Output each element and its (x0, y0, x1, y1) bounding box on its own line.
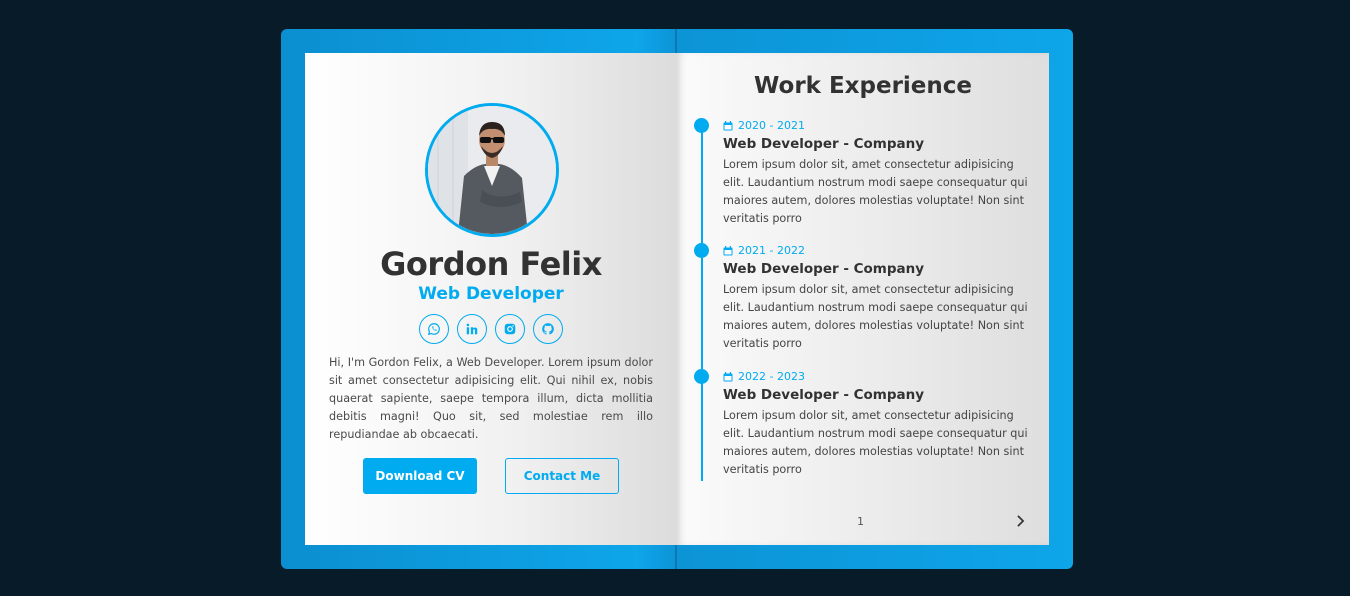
next-page-button[interactable] (1013, 513, 1027, 529)
experience-page: Work Experience 2020 - 2021 Web Develope… (677, 53, 1049, 545)
entry-description: Lorem ipsum dolor sit, amet consectetur … (723, 158, 1028, 225)
profile-name: Gordon Felix (380, 245, 602, 283)
github-icon (542, 323, 554, 335)
timeline-dot (694, 243, 709, 258)
calendar-icon (723, 245, 733, 255)
book: Gordon Felix Web Developer Hi, I'm Gordo… (281, 29, 1073, 569)
entry-job-title: Web Developer - Company (723, 387, 925, 403)
entry-description: Lorem ipsum dolor sit, amet consectetur … (723, 409, 1028, 476)
whatsapp-link[interactable] (419, 314, 449, 344)
github-link[interactable] (533, 314, 563, 344)
profile-role: Web Developer (418, 284, 564, 304)
entry-date: 2022 - 2023 (723, 370, 805, 383)
calendar-icon (723, 371, 733, 381)
entry-date-text: 2020 - 2021 (738, 119, 805, 132)
social-links (419, 314, 563, 344)
linkedin-link[interactable] (457, 314, 487, 344)
timeline-dot (694, 118, 709, 133)
entry-date-text: 2022 - 2023 (738, 370, 805, 383)
timeline-dot (694, 369, 709, 384)
linkedin-icon (466, 323, 478, 335)
avatar (425, 103, 559, 237)
entry-description: Lorem ipsum dolor sit, amet consectetur … (723, 283, 1028, 350)
instagram-link[interactable] (495, 314, 525, 344)
entry-date: 2021 - 2022 (723, 244, 805, 257)
entry-job-title: Web Developer - Company (723, 136, 925, 152)
entry-job-title: Web Developer - Company (723, 261, 925, 277)
entry-date-text: 2021 - 2022 (738, 244, 805, 257)
whatsapp-icon (427, 323, 440, 336)
profile-bio: Hi, I'm Gordon Felix, a Web Developer. L… (329, 356, 653, 441)
experience-title: Work Experience (753, 73, 973, 99)
entry-date: 2020 - 2021 (723, 119, 805, 132)
page-number: 1 (857, 515, 864, 528)
timeline-line (701, 125, 703, 481)
calendar-icon (723, 120, 733, 130)
download-cv-button[interactable]: Download CV (363, 458, 477, 494)
chevron-right-icon (1016, 515, 1024, 527)
profile-page: Gordon Felix Web Developer Hi, I'm Gordo… (305, 53, 677, 545)
instagram-icon (504, 323, 516, 335)
contact-me-button[interactable]: Contact Me (505, 458, 619, 494)
